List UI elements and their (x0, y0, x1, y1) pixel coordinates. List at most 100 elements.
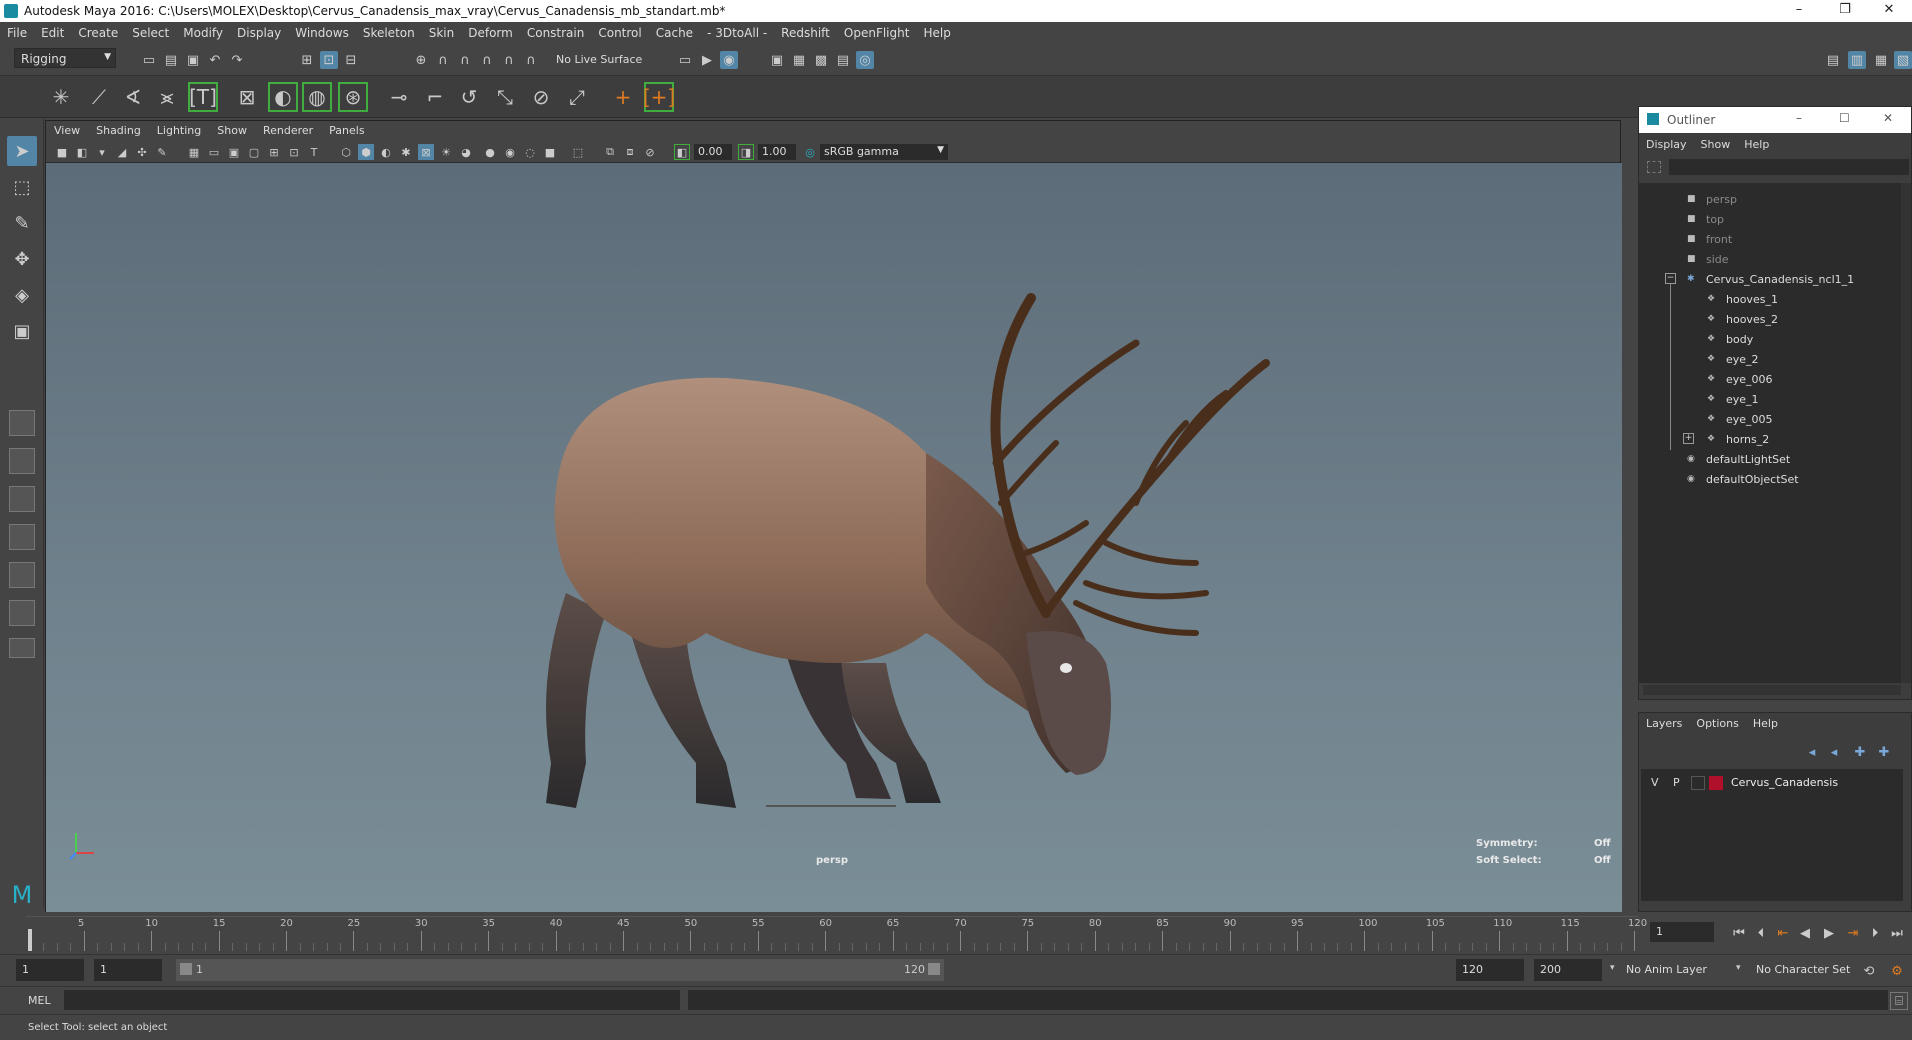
snap-curve-icon[interactable]: ∩ (434, 51, 452, 69)
attribute-editor-icon[interactable]: ▥ (1848, 51, 1866, 69)
xray-components-icon[interactable]: ⊘ (642, 144, 658, 160)
start-time-field[interactable]: 1 (16, 959, 84, 981)
menuset-dropdown[interactable]: Rigging ▼ (14, 48, 116, 68)
layers-menu-help[interactable]: Help (1746, 713, 1785, 734)
snap-view-icon[interactable]: ∩ (478, 51, 496, 69)
menu-skeleton[interactable]: Skeleton (356, 22, 422, 44)
smooth-bind-icon[interactable]: ⪤ (152, 82, 182, 112)
filter-options-icon[interactable] (1647, 161, 1661, 173)
layer-type-toggle[interactable] (1691, 776, 1705, 790)
move-layer-down-icon[interactable]: ◂ (1825, 743, 1843, 761)
outliner-menu-display[interactable]: Display (1639, 135, 1694, 154)
restore-button[interactable]: ❐ (1822, 2, 1868, 20)
layer-color-swatch[interactable] (1709, 776, 1723, 790)
preferences-icon[interactable]: ⚙ (1888, 962, 1906, 980)
rigid-bind-icon[interactable]: [T] (188, 82, 218, 112)
snap-surface-icon[interactable]: ∩ (500, 51, 518, 69)
grid-icon[interactable]: ▦ (186, 144, 202, 160)
color-space-dropdown[interactable]: sRGB gamma ▼ (820, 144, 948, 160)
wrap-icon[interactable]: ◍ (302, 82, 332, 112)
menu-help[interactable]: Help (916, 22, 957, 44)
character-set-dropdown[interactable]: No Character Set (1756, 963, 1850, 976)
select-object-icon[interactable]: ⊡ (320, 51, 338, 69)
rs-render-icon[interactable]: ◎ (856, 51, 874, 69)
orient-constraint-icon[interactable]: ↺ (454, 82, 484, 112)
outliner-menu-help[interactable]: Help (1737, 135, 1776, 154)
ambient-occlusion-icon[interactable]: ● (482, 144, 498, 160)
step-back-icon[interactable]: ⏴ (1752, 924, 1770, 942)
tree-item-side[interactable]: ■ side (1687, 249, 1729, 269)
ik-handle-icon[interactable]: ⟋ (84, 82, 114, 112)
play-back-icon[interactable]: ◀ (1796, 924, 1814, 942)
exposure-field[interactable]: 0.00 (694, 144, 732, 160)
vp-menu-lighting[interactable]: Lighting (149, 121, 209, 140)
tree-item-top[interactable]: ■ top (1687, 209, 1724, 229)
step-forward-icon[interactable]: ⏵ (1866, 924, 1884, 942)
menu-edit[interactable]: Edit (34, 22, 71, 44)
undo-icon[interactable]: ↶ (206, 51, 224, 69)
new-layer-icon[interactable]: ✚ (1851, 743, 1869, 761)
menu-cache[interactable]: Cache (649, 22, 700, 44)
menu-select[interactable]: Select (125, 22, 176, 44)
textured-icon[interactable]: ⊠ (418, 144, 434, 160)
vp-menu-renderer[interactable]: Renderer (255, 121, 321, 140)
shadows-icon[interactable]: ◕ (458, 144, 474, 160)
tree-item-horns-2[interactable]: ❖ horns_2 (1707, 429, 1769, 449)
menu-create[interactable]: Create (71, 22, 125, 44)
playback-start-field[interactable]: 1 (94, 959, 162, 981)
aim-constraint-icon[interactable]: ⌐ (420, 82, 450, 112)
move-tool-icon[interactable]: ✥ (7, 244, 37, 274)
layer-visibility-toggle[interactable]: V (1651, 776, 1659, 789)
chevron-down-icon[interactable]: ▾ (1610, 963, 1615, 973)
menu-display[interactable]: Display (230, 22, 288, 44)
layers-menu-options[interactable]: Options (1689, 713, 1745, 734)
joint-tool-icon[interactable]: ✳ (46, 82, 76, 112)
xray-icon[interactable]: ⧉ (602, 144, 618, 160)
single-view-layout-icon[interactable] (9, 410, 35, 436)
camera-select-icon[interactable]: ■ (54, 144, 70, 160)
parent-constraint-icon[interactable]: ⊘ (526, 82, 556, 112)
use-all-lights-icon[interactable]: ☀ (438, 144, 454, 160)
prev-key-icon[interactable]: ⇤ (1774, 924, 1792, 942)
history-icon[interactable]: ▭ (676, 51, 694, 69)
select-component-icon[interactable]: ⊟ (342, 51, 360, 69)
color-management-icon[interactable]: ◎ (802, 144, 818, 160)
open-scene-icon[interactable]: ▤ (162, 51, 180, 69)
cluster-icon[interactable]: ◐ (268, 82, 298, 112)
collapse-icon[interactable]: − (1665, 273, 1676, 284)
wireframe-icon[interactable]: ⬡ (338, 144, 354, 160)
motion-blur-icon[interactable]: ◉ (502, 144, 518, 160)
vp-menu-shading[interactable]: Shading (88, 121, 149, 140)
save-scene-icon[interactable]: ▣ (184, 51, 202, 69)
play-forward-icon[interactable]: ▶ (1820, 924, 1838, 942)
cluster-handle-icon[interactable]: [+] (643, 82, 675, 112)
expand-icon[interactable]: + (1683, 433, 1694, 444)
xray-joints-icon[interactable]: ⧈ (622, 144, 638, 160)
vp-menu-panels[interactable]: Panels (321, 121, 372, 140)
menu-deform[interactable]: Deform (461, 22, 520, 44)
vp-menu-show[interactable]: Show (209, 121, 255, 140)
camera-attr-icon[interactable]: ◧ (74, 144, 90, 160)
safe-action-icon[interactable]: ⊡ (286, 144, 302, 160)
tree-item-eye-005[interactable]: ❖ eye_005 (1707, 409, 1773, 429)
menu-modify[interactable]: Modify (176, 22, 230, 44)
menu-windows[interactable]: Windows (288, 22, 356, 44)
render-settings-icon[interactable]: ▩ (812, 51, 830, 69)
channel-box-icon[interactable]: ▧ (1894, 51, 1912, 69)
tree-item-eye-006[interactable]: ❖ eye_006 (1707, 369, 1773, 389)
smooth-shade-icon[interactable]: ⬢ (358, 144, 374, 160)
outliner-menu-show[interactable]: Show (1694, 135, 1738, 154)
persp-graph-layout-icon[interactable] (9, 524, 35, 550)
lattice-icon[interactable]: ⊠ (232, 82, 262, 112)
next-key-icon[interactable]: ⇥ (1844, 924, 1862, 942)
maya-home-icon[interactable]: M (7, 880, 37, 910)
menu-constrain[interactable]: Constrain (520, 22, 592, 44)
close-button[interactable]: ✕ (1866, 2, 1912, 20)
scale-tool-icon[interactable]: ▣ (7, 316, 37, 346)
maximize-icon[interactable]: ☐ (1839, 111, 1850, 125)
minimize-icon[interactable]: – (1796, 111, 1802, 125)
four-view-layout-icon[interactable] (9, 448, 35, 474)
2d-pan-icon[interactable]: ✣ (134, 144, 150, 160)
new-layer-selected-icon[interactable]: ✚ (1875, 743, 1893, 761)
rotate-tool-icon[interactable]: ◈ (7, 280, 37, 310)
